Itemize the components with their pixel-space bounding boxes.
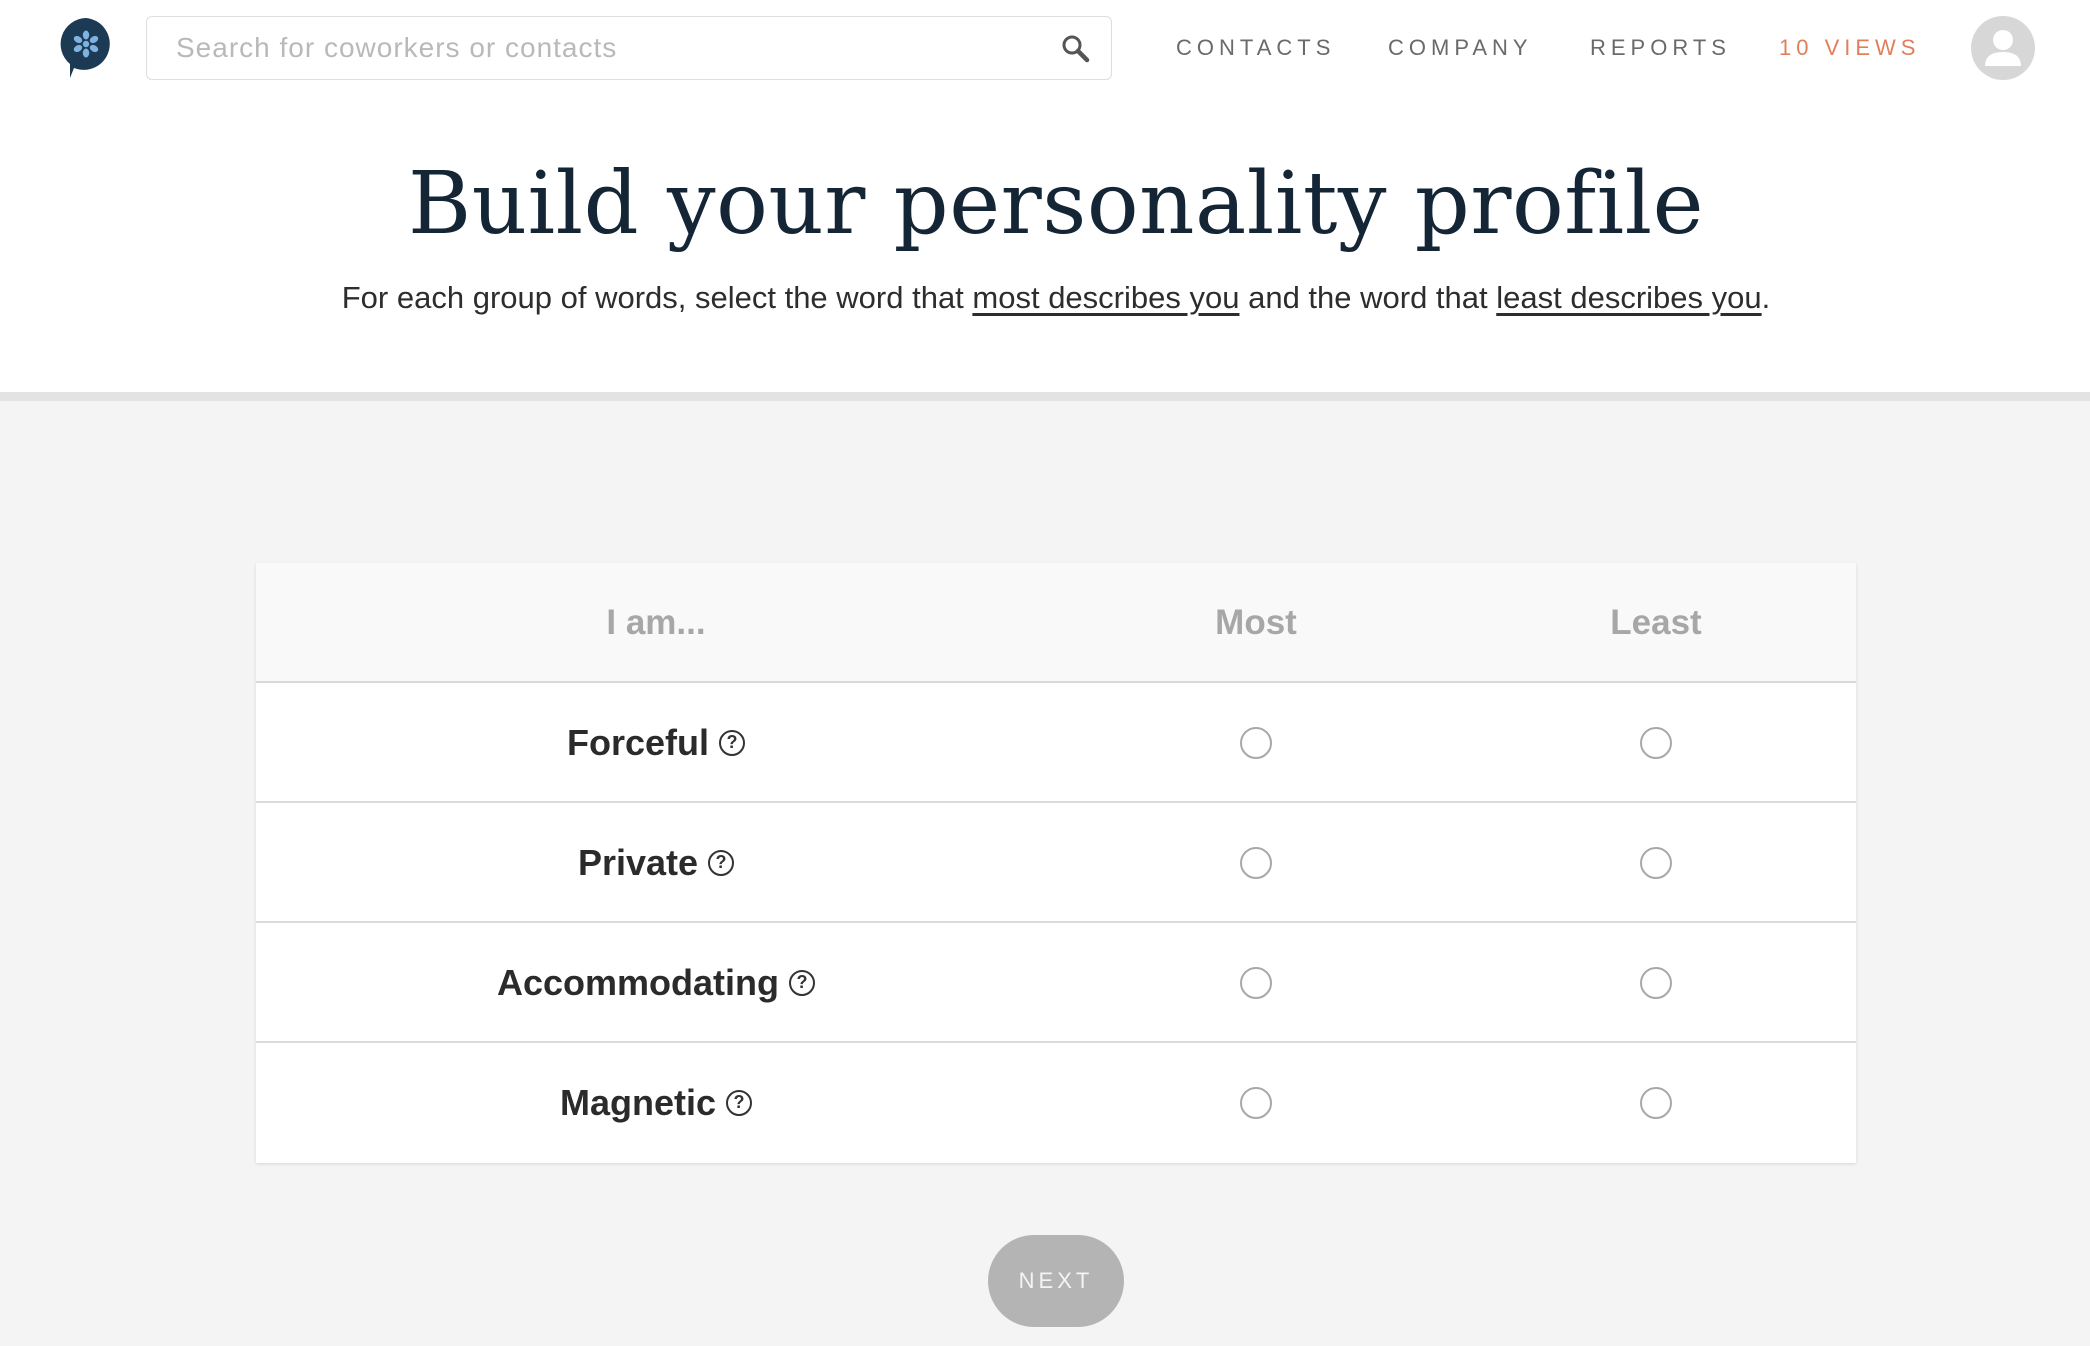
next-button[interactable]: NEXT xyxy=(988,1235,1124,1327)
instructions-text-3: . xyxy=(1761,280,1771,315)
search-box xyxy=(146,16,1112,80)
word-cell: Private ? xyxy=(256,803,1056,923)
page-hero: Build your personality profile For each … xyxy=(0,100,2090,392)
question-circle-icon[interactable]: ? xyxy=(719,730,745,756)
most-radio-forceful[interactable] xyxy=(1240,727,1272,759)
word-label: Accommodating xyxy=(496,962,780,1003)
word-label: Forceful xyxy=(566,722,709,763)
table-row-accommodating: Accommodating ? xyxy=(256,923,1856,1043)
nav-company[interactable]: COMPANY xyxy=(1388,0,1533,96)
top-navigation-bar: CONTACTS COMPANY REPORTS 10 VIEWS xyxy=(0,0,2090,100)
least-radio-private[interactable] xyxy=(1640,847,1672,879)
question-circle-icon[interactable]: ? xyxy=(708,850,735,876)
most-describes-link[interactable]: most describes you xyxy=(972,280,1239,315)
page-instructions: For each group of words, select the word… xyxy=(0,280,2090,316)
most-radio-accommodating[interactable] xyxy=(1240,967,1272,999)
instructions-text-2: and the word that xyxy=(1239,280,1497,315)
word-cell: Magnetic ? xyxy=(256,1043,1056,1163)
word-label: Private xyxy=(577,842,699,883)
least-radio-accommodating[interactable] xyxy=(1640,967,1672,999)
least-radio-forceful[interactable] xyxy=(1640,727,1672,759)
page-title: Build your personality profile xyxy=(408,154,1704,254)
least-radio-magnetic[interactable] xyxy=(1640,1087,1672,1119)
word-label: Magnetic xyxy=(559,1082,717,1123)
table-row-forceful: Forceful ? xyxy=(256,683,1856,803)
main-content: I am... Most Least Forceful ? Private ? … xyxy=(0,401,2090,1346)
instructions-text-1: For each group of words, select the word… xyxy=(341,280,973,315)
search-input[interactable] xyxy=(147,17,1111,79)
column-header-i-am: I am... xyxy=(606,603,706,642)
nav-views-count[interactable]: 10 VIEWS xyxy=(1779,0,1920,96)
nav-contacts[interactable]: CONTACTS xyxy=(1176,0,1335,96)
most-radio-magnetic[interactable] xyxy=(1240,1087,1272,1119)
personality-question-card: I am... Most Least Forceful ? Private ? … xyxy=(256,563,1856,1163)
word-cell: Forceful ? xyxy=(256,683,1056,803)
table-row-magnetic: Magnetic ? xyxy=(256,1043,1856,1163)
user-avatar-icon[interactable] xyxy=(1971,16,2035,80)
column-header-most: Most xyxy=(1215,603,1297,642)
person-icon xyxy=(1985,30,2021,66)
column-header-least: Least xyxy=(1610,603,1702,642)
nav-reports[interactable]: REPORTS xyxy=(1590,0,1731,96)
table-header: I am... Most Least xyxy=(256,563,1856,683)
search-icon[interactable] xyxy=(1059,32,1093,66)
question-circle-icon[interactable]: ? xyxy=(726,1090,753,1116)
hero-divider xyxy=(0,392,2090,401)
least-describes-link[interactable]: least describes you xyxy=(1496,280,1761,315)
app-logo-icon[interactable] xyxy=(58,16,114,80)
most-radio-private[interactable] xyxy=(1240,847,1272,879)
word-cell: Accommodating ? xyxy=(256,923,1056,1043)
question-circle-icon[interactable]: ? xyxy=(789,970,816,996)
table-row-private: Private ? xyxy=(256,803,1856,923)
